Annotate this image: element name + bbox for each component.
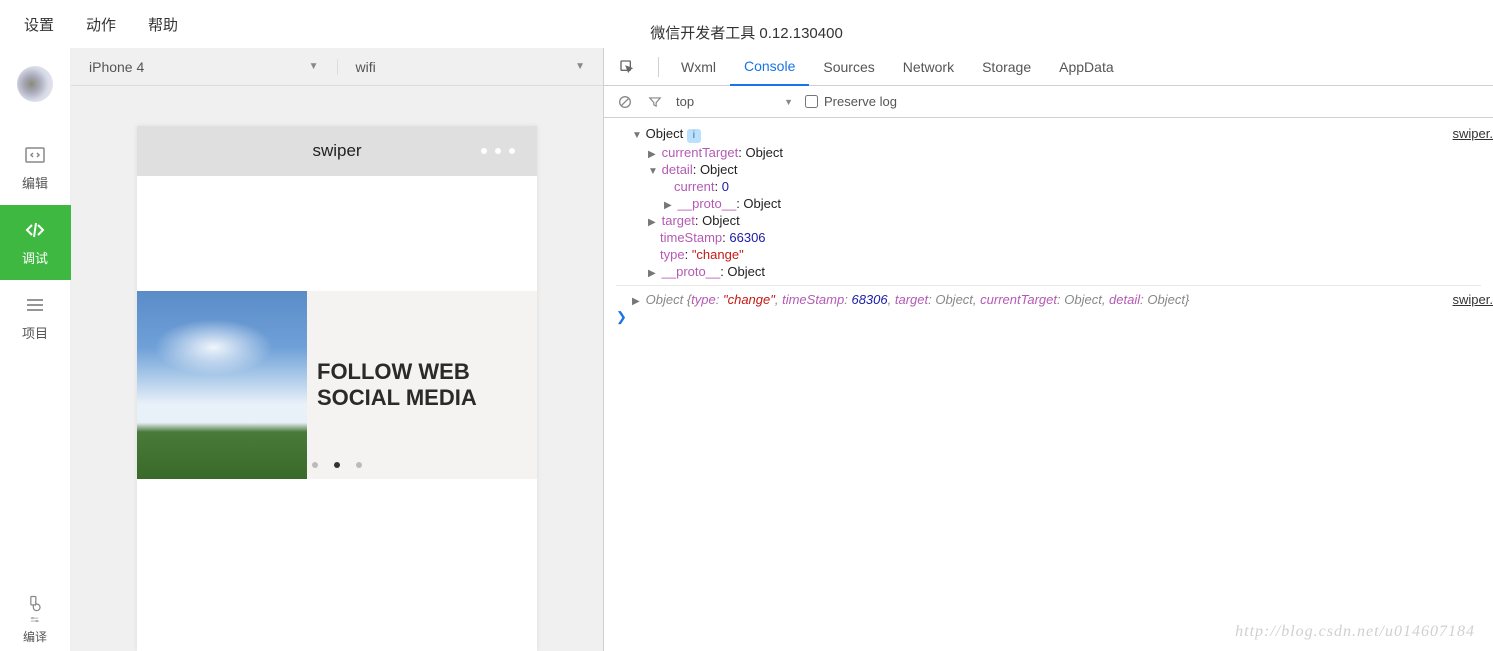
preserve-checkbox[interactable]	[805, 95, 818, 108]
settings-lines-icon	[27, 616, 43, 626]
window-title: 微信开发者工具 0.12.130400	[650, 22, 843, 43]
swiper-slide-1	[137, 291, 307, 479]
source-link[interactable]: swiper.	[1453, 126, 1493, 141]
sidebar-project-label: 项目	[22, 323, 48, 342]
swiper-dot[interactable]	[312, 462, 318, 468]
devtools-panel: Wxml Console Sources Network Storage App…	[603, 48, 1493, 651]
context-value: top	[676, 94, 694, 109]
menu-settings[interactable]: 设置	[24, 14, 54, 35]
chevron-down-icon: ▼	[784, 97, 793, 107]
phone-content[interactable]: FOLLOW WEB SOCIAL MEDIA	[137, 176, 537, 596]
simulator-panel: iPhone 4 ▼ wifi ▼ swiper FOLLOW WEB SOC	[71, 48, 603, 651]
inspect-icon[interactable]	[616, 56, 638, 78]
phone-title: swiper	[312, 141, 361, 161]
simulator-toolbar: iPhone 4 ▼ wifi ▼	[71, 48, 603, 86]
sidebar-edit[interactable]: 编辑	[0, 130, 71, 205]
swiper[interactable]: FOLLOW WEB SOCIAL MEDIA	[137, 291, 537, 479]
tab-storage[interactable]: Storage	[968, 48, 1045, 86]
tab-console[interactable]: Console	[730, 48, 809, 86]
preserve-label: Preserve log	[824, 94, 897, 109]
avatar[interactable]	[17, 66, 53, 102]
preserve-log-checkbox[interactable]: Preserve log	[805, 94, 897, 109]
clear-icon[interactable]	[616, 93, 634, 111]
sidebar-project[interactable]: 项目	[0, 280, 71, 355]
menu-actions[interactable]: 动作	[86, 14, 116, 35]
swiper-dot[interactable]	[356, 462, 362, 468]
source-link[interactable]: swiper.	[1453, 292, 1493, 307]
device-select[interactable]: iPhone 4 ▼	[71, 59, 338, 75]
network-select[interactable]: wifi ▼	[338, 59, 604, 75]
filter-icon[interactable]	[646, 93, 664, 111]
left-sidebar: 编辑 调试 项目 编译	[0, 48, 71, 651]
sidebar-compile[interactable]: 编译	[0, 594, 71, 645]
info-icon[interactable]: i	[687, 129, 701, 143]
swiper-dot-active[interactable]	[334, 462, 340, 468]
sidebar-debug-label: 调试	[22, 248, 48, 267]
device-select-value: iPhone 4	[89, 59, 144, 75]
tab-appdata[interactable]: AppData	[1045, 48, 1127, 86]
sidebar-edit-label: 编辑	[22, 173, 48, 192]
menu-lines-icon	[23, 293, 47, 317]
refresh-icon	[25, 594, 45, 614]
console-prompt[interactable]: ❯	[616, 309, 1481, 325]
watermark: http://blog.csdn.net/u014607184	[1235, 623, 1475, 641]
swiper-indicators	[312, 462, 362, 468]
devtools-tabs: Wxml Console Sources Network Storage App…	[604, 48, 1493, 86]
tab-sources[interactable]: Sources	[809, 48, 888, 86]
phone-frame: swiper FOLLOW WEB SOCIAL MEDIA	[137, 126, 537, 651]
slide-text: FOLLOW WEB SOCIAL MEDIA	[317, 359, 537, 412]
phone-navbar: swiper	[137, 126, 537, 176]
network-select-value: wifi	[356, 59, 376, 75]
chevron-down-icon: ▼	[575, 61, 585, 72]
tab-network[interactable]: Network	[889, 48, 968, 86]
swiper-slide-2: FOLLOW WEB SOCIAL MEDIA	[307, 291, 537, 479]
sidebar-compile-label: 编译	[23, 628, 47, 645]
tab-wxml[interactable]: Wxml	[667, 48, 730, 86]
menu-help[interactable]: 帮助	[148, 14, 178, 35]
code-box-icon	[23, 143, 47, 167]
more-icon[interactable]	[481, 148, 515, 154]
code-icon	[23, 218, 47, 242]
chevron-down-icon: ▼	[309, 61, 319, 72]
sidebar-debug[interactable]: 调试	[0, 205, 71, 280]
console-filter-bar: top ▼ Preserve log	[604, 86, 1493, 118]
context-select[interactable]: top ▼	[676, 94, 793, 109]
console-output[interactable]: swiper. ▼ Object i ▶ currentTarget: Obje…	[604, 118, 1493, 651]
